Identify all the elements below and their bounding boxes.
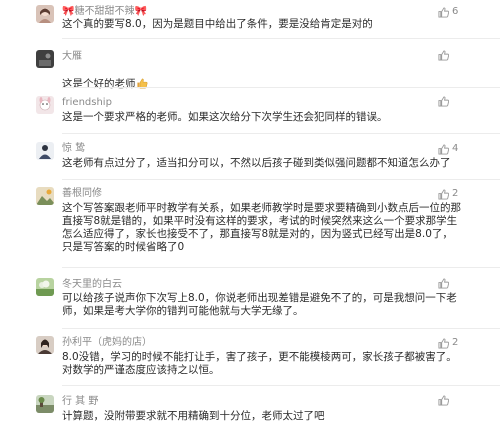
thumbs-up-icon: [438, 337, 449, 349]
comment-text: 这老师有点过分了，适当扣分可以，不然以后孩子碰到类似强问题都不知道怎么办了: [62, 157, 451, 169]
avatar-girl-icon: [36, 5, 54, 23]
avatar-dark-icon: [36, 50, 54, 68]
user-avatar[interactable]: [36, 50, 54, 68]
thumbs-up-icon: [438, 278, 449, 289]
like-button[interactable]: [438, 96, 449, 107]
user-avatar[interactable]: [36, 187, 54, 205]
thumbs-up-icon: [438, 96, 449, 107]
like-button[interactable]: 2: [438, 336, 458, 350]
divider: [62, 38, 500, 39]
avatar-woman-icon: [36, 336, 54, 354]
thumbs-up-icon: [438, 6, 449, 18]
user-avatar[interactable]: [36, 336, 54, 354]
username[interactable]: 惊 鸷: [62, 142, 85, 156]
comment-text: 8.0没错，学习的时候不能打让手，害了孩子，更不能模棱两可，家长孩子都被害了。对…: [62, 351, 457, 376]
avatar-nature-icon: [36, 278, 54, 296]
like-button[interactable]: [438, 278, 449, 289]
like-count: 4: [452, 143, 459, 154]
like-button[interactable]: 6: [438, 5, 458, 19]
comment-text: 这个写答案跟老师平时教学有关系，如果老师教学时是要求要精确到小数点后一位的那直接…: [62, 202, 461, 253]
user-avatar[interactable]: [36, 5, 54, 23]
user-avatar[interactable]: [36, 395, 54, 413]
like-button[interactable]: 2: [438, 187, 458, 201]
username[interactable]: 🎀糖不甜甜不辣🎀: [62, 5, 147, 19]
divider: [62, 328, 500, 329]
username[interactable]: 大雁: [62, 50, 82, 64]
like-button[interactable]: [438, 395, 449, 406]
user-avatar[interactable]: [36, 142, 54, 160]
comment-text: 计算题，没附带要求就不用精确到十分位，老师太过了吧: [62, 410, 325, 422]
divider: [62, 267, 500, 268]
comment-text: 这是一个要求严格的老师。如果这次给分下次学生还会犯同样的错误。: [62, 111, 388, 123]
divider: [62, 87, 500, 88]
thumbs-up-icon: [438, 143, 449, 155]
avatar-cartoon-icon: [36, 96, 54, 114]
user-avatar[interactable]: [36, 278, 54, 296]
comment-text-content: 这是个好的老师: [62, 78, 136, 90]
username[interactable]: 冬天里的白云: [62, 278, 122, 292]
like-count: 2: [452, 337, 459, 348]
like-button[interactable]: 4: [438, 142, 458, 156]
divider: [62, 133, 500, 134]
username[interactable]: 善根同修: [62, 187, 102, 201]
username[interactable]: friendship: [62, 96, 112, 110]
avatar-landscape-icon: [36, 187, 54, 205]
like-count: 6: [452, 6, 459, 17]
username[interactable]: 孙利平（虎妈的店）: [62, 336, 152, 350]
avatar-person-icon: [36, 142, 54, 160]
thumbs-up-icon: [438, 50, 449, 61]
divider: [62, 385, 500, 386]
avatar-scene-icon: [36, 395, 54, 413]
like-count: 2: [452, 188, 459, 199]
user-avatar[interactable]: [36, 96, 54, 114]
thumbs-up-icon: [438, 395, 449, 406]
like-button[interactable]: [438, 50, 449, 61]
comment-text: 这个真的要写8.0，因为是题目中给出了条件，要是没给肯定是对的: [62, 18, 373, 30]
comment-text: 可以给孩子说声你下次写上8.0，你说老师出现差错是避免不了的，可是我想问一下老师…: [62, 292, 457, 317]
username[interactable]: 行 其 野: [62, 395, 98, 409]
thumbs-up-icon: [438, 188, 449, 200]
divider: [62, 179, 500, 180]
